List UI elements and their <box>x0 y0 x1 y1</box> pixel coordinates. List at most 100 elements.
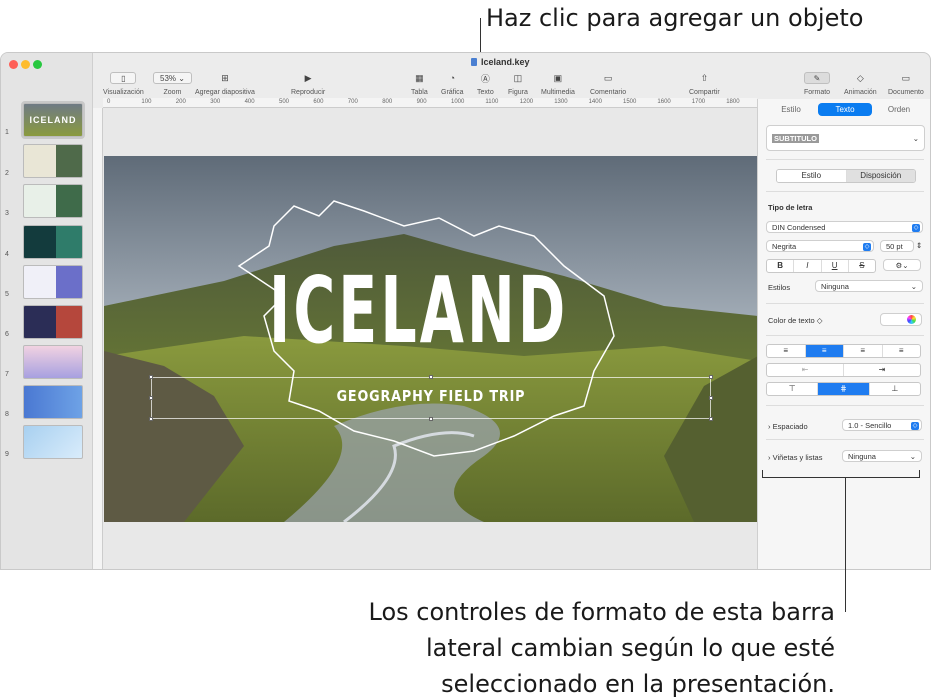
format-button[interactable]: ✎ Formato <box>804 71 830 96</box>
seg-layout[interactable]: Disposición <box>846 170 915 182</box>
play-icon: ▶ <box>304 72 312 83</box>
zoom-button[interactable]: 53% ⌄ Zoom <box>153 71 192 96</box>
add-slide-label: Agregar diapositiva <box>195 89 255 96</box>
slide-number: 6 <box>5 331 9 338</box>
text-style-buttons[interactable]: B I U S <box>766 259 876 273</box>
align-right-icon[interactable]: ≡ <box>844 345 883 357</box>
tab-style[interactable]: Estilo <box>764 105 818 114</box>
slide-thumbnail[interactable]: ICELAND <box>21 101 85 139</box>
sidebar-icon: ▯ <box>110 71 137 85</box>
gear-icon: ⚙⌄ <box>895 260 909 270</box>
slide-iceland[interactable]: ICELAND GEOGRAPHY FIELD TRIP <box>104 156 758 522</box>
underline-button[interactable]: U <box>822 260 849 272</box>
font-size-field[interactable]: 50 pt <box>880 240 914 252</box>
zoom-dropdown[interactable]: 53% ⌄ <box>153 71 192 85</box>
share-icon: ⇧ <box>700 72 709 83</box>
spacing-popup[interactable]: 1.0 - Sencillo ◇ <box>842 419 922 431</box>
view-label: Visualización <box>103 89 144 96</box>
font-weight-popup[interactable]: Negrita ◇ <box>766 240 874 252</box>
chart-label: Gráfica <box>441 89 464 96</box>
chart-icon: ◔ <box>449 73 455 83</box>
align-middle-icon[interactable]: ⋕ <box>818 383 870 395</box>
slide-thumbnail[interactable] <box>23 184 83 218</box>
text-options-button[interactable]: ⚙⌄ <box>883 259 921 271</box>
alignment-buttons[interactable]: ≡ ≡ ≡ ≡ <box>766 344 921 358</box>
share-button[interactable]: ⇧ Compartir <box>689 71 720 97</box>
bullets-popup[interactable]: Ninguna ⌄ <box>842 450 922 462</box>
selection-handle[interactable] <box>709 417 713 421</box>
slide-thumbnail[interactable] <box>23 144 83 178</box>
ruler-label: 1800 <box>726 99 740 105</box>
ruler-label: 400 <box>244 99 255 105</box>
ruler-label: 600 <box>313 99 324 105</box>
spacing-value: 1.0 - Sencillo <box>848 420 892 430</box>
slide-thumbnail[interactable] <box>23 305 83 339</box>
tab-arrange[interactable]: Orden <box>872 105 926 114</box>
slide-thumbnail[interactable] <box>23 225 83 259</box>
zoom-window-button[interactable] <box>33 60 42 69</box>
shape-button[interactable]: ◫ Figura <box>508 71 528 97</box>
text-button[interactable]: Ⓐ Texto <box>477 71 494 97</box>
vertical-align-buttons[interactable]: ⊤ ⋕ ⊥ <box>766 382 921 396</box>
style-layout-segmented[interactable]: Estilo Disposición <box>776 169 916 183</box>
selection-handle[interactable] <box>709 375 713 379</box>
add-slide-button[interactable]: ⊞ Agregar diapositiva <box>195 71 255 97</box>
indent-buttons[interactable]: ⇤ ⇥ <box>766 363 921 377</box>
selection-handle[interactable] <box>149 417 153 421</box>
ruler-label: 1200 <box>519 99 534 105</box>
font-size-stepper[interactable]: ⇕ <box>916 241 922 250</box>
close-window-button[interactable] <box>9 60 18 69</box>
align-center-icon[interactable]: ≡ <box>805 345 844 357</box>
align-left-icon[interactable]: ≡ <box>767 345 806 357</box>
styles-popup[interactable]: Ninguna ⌄ <box>815 280 923 292</box>
view-button[interactable]: ▯ Visualización <box>103 71 144 96</box>
animate-button[interactable]: ◇ Animación <box>844 71 877 97</box>
ruler-label: 0 <box>107 99 111 105</box>
selection-handle[interactable] <box>429 417 433 421</box>
slide-thumbnail[interactable] <box>23 425 83 459</box>
increase-indent-icon[interactable]: ⇥ <box>844 364 920 376</box>
media-button[interactable]: ▣ Multimedia <box>541 71 575 97</box>
selection-handle[interactable] <box>149 396 153 400</box>
bullets-disclosure[interactable]: › Viñetas y listas <box>768 453 822 462</box>
selection-handle[interactable] <box>709 396 713 400</box>
comment-label: Comentario <box>590 89 627 96</box>
minimize-window-button[interactable] <box>21 60 30 69</box>
paragraph-style-popup[interactable]: SUBTITULO ⌄ <box>766 125 925 151</box>
divider <box>766 439 924 440</box>
table-button[interactable]: ▦ Tabla <box>411 71 428 97</box>
selection-handle[interactable] <box>429 375 433 379</box>
slide-number: 4 <box>5 251 9 258</box>
bold-button[interactable]: B <box>767 260 795 272</box>
text-color-label: Color de texto ◇ <box>768 316 823 325</box>
ruler-label: 1400 <box>588 99 602 105</box>
slide-title[interactable]: ICELAND <box>269 264 568 358</box>
styles-value: Ninguna <box>821 281 849 291</box>
tab-text[interactable]: Texto <box>818 103 872 116</box>
decrease-indent-icon[interactable]: ⇤ <box>767 364 844 376</box>
divider <box>766 159 924 160</box>
play-button[interactable]: ▶ Reproducir <box>291 71 325 97</box>
strikethrough-button[interactable]: S <box>849 260 875 272</box>
slide-thumbnail[interactable] <box>23 385 83 419</box>
italic-button[interactable]: I <box>794 260 822 272</box>
font-family-popup[interactable]: DIN Condensed ◇ <box>766 221 923 233</box>
text-color-well[interactable] <box>880 313 922 326</box>
chart-button[interactable]: ◔ Gráfica <box>441 71 464 96</box>
document-icon: ▭ <box>901 72 911 83</box>
document-button[interactable]: ▭ Documento <box>888 71 924 97</box>
spacing-disclosure[interactable]: › Espaciado <box>768 422 808 431</box>
animate-label: Animación <box>844 89 877 96</box>
slide-thumbnail[interactable] <box>23 265 83 299</box>
align-top-icon[interactable]: ⊤ <box>767 383 819 395</box>
toolbar: ▯ Visualización 53% ⌄ Zoom ⊞ Agregar dia… <box>93 53 930 99</box>
slide-thumbnail[interactable] <box>23 345 83 379</box>
slide-canvas[interactable]: ICELAND GEOGRAPHY FIELD TRIP <box>103 108 758 569</box>
selection-handle[interactable] <box>149 375 153 379</box>
slide-number: 5 <box>5 291 9 298</box>
ruler-label: 1600 <box>657 99 671 105</box>
align-justify-icon[interactable]: ≡ <box>883 345 921 357</box>
comment-button[interactable]: ▭ Comentario <box>590 71 627 97</box>
seg-style[interactable]: Estilo <box>777 170 847 182</box>
align-bottom-icon[interactable]: ⊥ <box>870 383 920 395</box>
